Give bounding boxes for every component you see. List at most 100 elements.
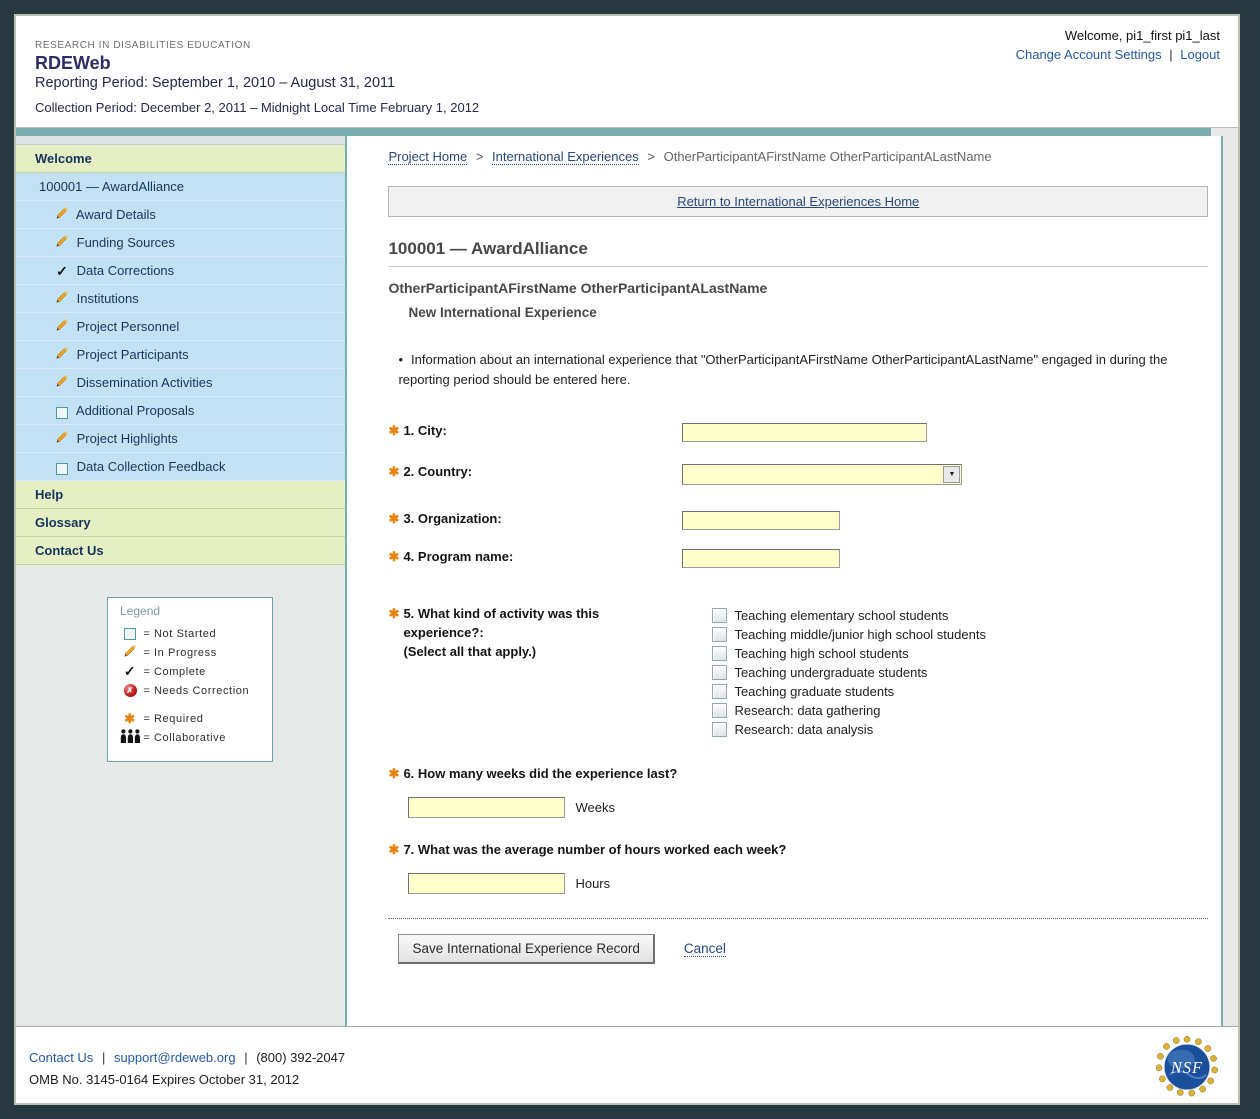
in-progress-pencil-icon bbox=[54, 426, 70, 453]
sidebar-item-institutions[interactable]: Institutions bbox=[16, 285, 345, 313]
footer-contact-us-link[interactable]: Contact Us bbox=[29, 1050, 93, 1065]
sidebar-item-contact-us[interactable]: Contact Us bbox=[16, 537, 345, 565]
required-asterisk-icon: ✱ bbox=[388, 423, 403, 439]
return-home-link[interactable]: Return to International Experiences Home bbox=[677, 194, 919, 209]
sidebar-item-label: 100001 — AwardAlliance bbox=[39, 179, 184, 194]
footer-email-link[interactable]: support@rdeweb.org bbox=[114, 1050, 236, 1065]
activity-option-teaching-graduate[interactable]: Teaching graduate students bbox=[712, 682, 986, 701]
sidebar-item-data-corrections[interactable]: ✓ Data Corrections bbox=[16, 257, 345, 285]
checkbox-icon[interactable] bbox=[712, 665, 727, 680]
activity-option-teaching-middle[interactable]: Teaching middle/junior high school stude… bbox=[712, 625, 986, 644]
main-content: Project Home > International Experiences… bbox=[347, 136, 1223, 1026]
dropdown-arrow-icon[interactable]: ▼ bbox=[943, 466, 960, 483]
page: RESEARCH IN DISABILITIES EDUCATION RDEWe… bbox=[14, 14, 1240, 1105]
required-asterisk-icon: ✱ bbox=[388, 605, 403, 624]
required-asterisk-icon: ✱ bbox=[388, 464, 403, 480]
activity-option-research-gathering[interactable]: Research: data gathering bbox=[712, 701, 986, 720]
sidebar-item-award[interactable]: 100001 — AwardAlliance bbox=[16, 173, 345, 201]
not-started-box-icon bbox=[120, 627, 140, 639]
sidebar-item-label: Dissemination Activities bbox=[77, 375, 213, 390]
app-title: RDEWeb bbox=[35, 53, 111, 74]
city-input[interactable] bbox=[682, 423, 927, 442]
account-area: Welcome, pi1_first pi1_last Change Accou… bbox=[1016, 28, 1220, 62]
legend-row-required: ✱ = Required bbox=[120, 709, 272, 728]
footer: Contact Us | support@rdeweb.org | (800) … bbox=[16, 1026, 1238, 1107]
sidebar-item-label: Award Details bbox=[76, 207, 156, 222]
sidebar-item-label: Additional Proposals bbox=[76, 403, 195, 418]
in-progress-pencil-icon bbox=[54, 370, 70, 397]
weeks-unit: Weeks bbox=[575, 800, 615, 815]
not-started-box-icon bbox=[54, 454, 70, 481]
program-name-input[interactable] bbox=[682, 549, 840, 568]
cancel-link[interactable]: Cancel bbox=[684, 941, 726, 957]
required-asterisk-icon: ✱ bbox=[120, 711, 140, 727]
hours-label: 7. What was the average number of hours … bbox=[403, 842, 786, 857]
sidebar-item-data-collection-feedback[interactable]: Data Collection Feedback bbox=[16, 453, 345, 481]
complete-check-icon: ✓ bbox=[54, 258, 70, 285]
activity-option-teaching-high[interactable]: Teaching high school students bbox=[712, 644, 986, 663]
footer-phone: (800) 392-2047 bbox=[256, 1050, 345, 1065]
activity-option-research-analysis[interactable]: Research: data analysis bbox=[712, 720, 986, 739]
required-asterisk-icon: ✱ bbox=[388, 511, 403, 527]
in-progress-pencil-icon bbox=[54, 314, 70, 341]
app-eyebrow: RESEARCH IN DISABILITIES EDUCATION bbox=[35, 40, 251, 51]
hours-input[interactable] bbox=[408, 873, 565, 894]
save-button[interactable]: Save International Experience Record bbox=[398, 934, 654, 964]
return-bar: Return to International Experiences Home bbox=[388, 186, 1208, 217]
weeks-input[interactable] bbox=[408, 797, 565, 818]
sidebar-item-label: Help bbox=[35, 487, 63, 502]
change-account-settings-link[interactable]: Change Account Settings bbox=[1016, 47, 1162, 62]
sidebar-item-additional-proposals[interactable]: Additional Proposals bbox=[16, 397, 345, 425]
checkbox-icon[interactable] bbox=[712, 608, 727, 623]
form-row-organization: ✱3. Organization: bbox=[388, 511, 1208, 530]
checkbox-icon[interactable] bbox=[712, 684, 727, 699]
form-divider bbox=[388, 918, 1208, 919]
breadcrumb-international-experiences-link[interactable]: International Experiences bbox=[492, 149, 639, 165]
legend-box: Legend = Not Started = In Progress ✓ = bbox=[107, 597, 273, 762]
legend-row-not-started: = Not Started bbox=[120, 624, 272, 643]
weeks-label: 6. How many weeks did the experience las… bbox=[403, 766, 677, 781]
link-separator: | bbox=[1169, 47, 1172, 62]
sidebar-item-welcome[interactable]: Welcome bbox=[16, 145, 345, 173]
activity-hint: (Select all that apply.) bbox=[403, 644, 536, 659]
logout-link[interactable]: Logout bbox=[1180, 47, 1220, 62]
sidebar-item-dissemination-activities[interactable]: Dissemination Activities bbox=[16, 369, 345, 397]
legend-row-complete: ✓ = Complete bbox=[120, 662, 272, 681]
svg-text:NSF: NSF bbox=[1170, 1058, 1203, 1077]
sidebar-item-label: Project Participants bbox=[77, 347, 189, 362]
participant-name: OtherParticipantAFirstName OtherParticip… bbox=[388, 280, 1208, 296]
required-asterisk-icon: ✱ bbox=[388, 842, 403, 858]
activity-option-teaching-undergraduate[interactable]: Teaching undergraduate students bbox=[712, 663, 986, 682]
sidebar-item-project-participants[interactable]: Project Participants bbox=[16, 341, 345, 369]
sidebar-item-funding-sources[interactable]: Funding Sources bbox=[16, 229, 345, 257]
sidebar-item-project-highlights[interactable]: Project Highlights bbox=[16, 425, 345, 453]
sidebar-item-label: Project Personnel bbox=[77, 319, 180, 334]
right-gutter bbox=[1223, 136, 1238, 1026]
checkbox-icon[interactable] bbox=[712, 646, 727, 661]
needs-correction-icon: ✗ bbox=[120, 684, 140, 697]
sidebar-item-project-personnel[interactable]: Project Personnel bbox=[16, 313, 345, 341]
complete-check-icon: ✓ bbox=[120, 663, 140, 680]
sidebar-item-label: Contact Us bbox=[35, 543, 104, 558]
checkbox-icon[interactable] bbox=[712, 722, 727, 737]
hours-unit: Hours bbox=[575, 876, 610, 891]
country-select[interactable]: ▼ bbox=[682, 464, 962, 485]
required-asterisk-icon: ✱ bbox=[388, 549, 403, 565]
organization-input[interactable] bbox=[682, 511, 840, 530]
sidebar-item-award-details[interactable]: Award Details bbox=[16, 201, 345, 229]
sidebar-item-help[interactable]: Help bbox=[16, 481, 345, 509]
sidebar-item-label: Institutions bbox=[77, 291, 139, 306]
form-row-program-name: ✱4. Program name: bbox=[388, 549, 1208, 568]
collection-period: Collection Period: December 2, 2011 – Mi… bbox=[35, 100, 479, 115]
sidebar-item-label: Data Collection Feedback bbox=[77, 459, 226, 474]
program-name-label: 4. Program name: bbox=[403, 549, 513, 564]
teal-divider bbox=[16, 127, 1238, 136]
organization-label: 3. Organization: bbox=[403, 511, 501, 526]
checkbox-icon[interactable] bbox=[712, 703, 727, 718]
sidebar-item-glossary[interactable]: Glossary bbox=[16, 509, 345, 537]
activity-option-teaching-elementary[interactable]: Teaching elementary school students bbox=[712, 606, 986, 625]
checkbox-icon[interactable] bbox=[712, 627, 727, 642]
bullet-icon: • bbox=[398, 352, 403, 367]
header: RESEARCH IN DISABILITIES EDUCATION RDEWe… bbox=[16, 16, 1238, 127]
breadcrumb-project-home-link[interactable]: Project Home bbox=[388, 149, 467, 165]
